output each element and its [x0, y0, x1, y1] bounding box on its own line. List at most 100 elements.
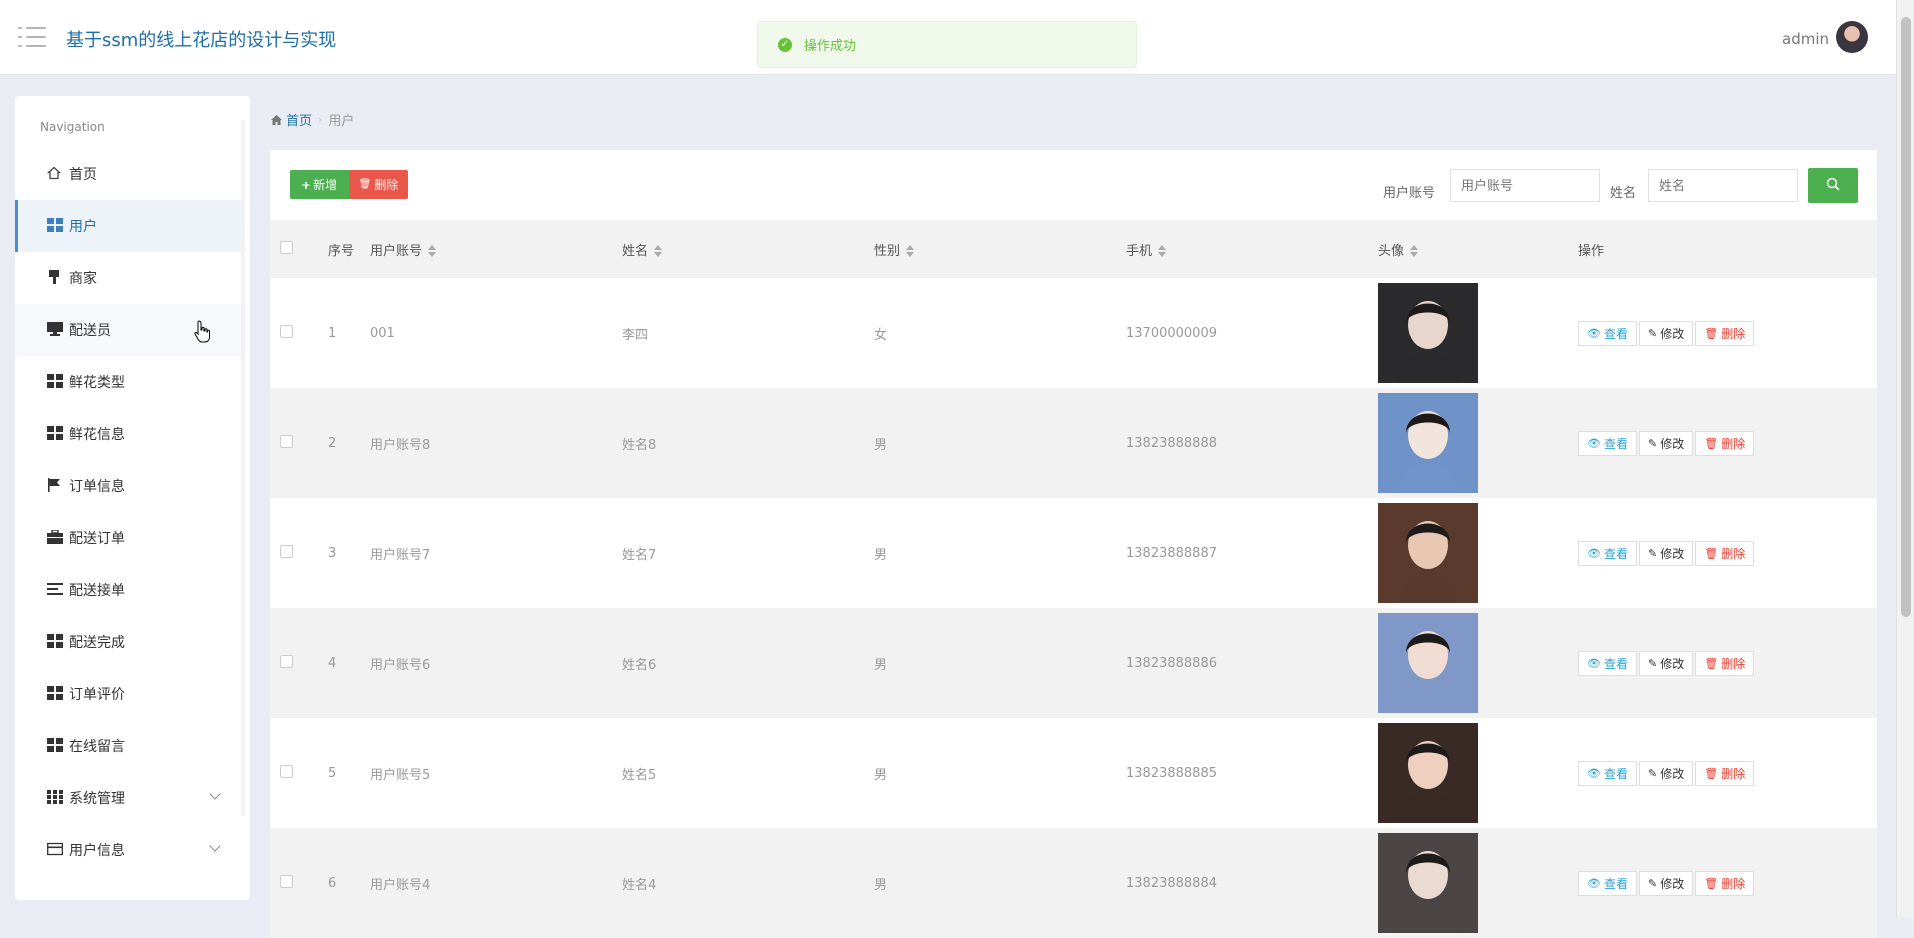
avatar-image[interactable]	[1378, 393, 1478, 493]
brush-icon	[47, 270, 63, 286]
chevron-down-icon[interactable]	[209, 840, 221, 852]
username[interactable]: admin	[1782, 30, 1829, 48]
column-header-name[interactable]: 姓名	[622, 220, 874, 278]
avatar-image[interactable]	[1378, 283, 1478, 383]
column-header-avatar[interactable]: 头像	[1378, 220, 1578, 278]
sort-icon[interactable]	[654, 245, 663, 257]
sort-icon[interactable]	[906, 245, 915, 257]
edit-button[interactable]: ✎ 修改	[1638, 540, 1694, 566]
cell-index: 6	[328, 875, 337, 891]
sidebar-item-label: 在线留言	[69, 739, 125, 755]
sidebar-item-4[interactable]: 鲜花类型	[15, 356, 241, 408]
sort-icon[interactable]	[1158, 245, 1167, 257]
sidebar-item-7[interactable]: 配送订单	[15, 512, 241, 564]
sidebar-item-11[interactable]: 在线留言	[15, 720, 241, 772]
view-button[interactable]: 👁 查看	[1578, 320, 1637, 346]
chevron-down-icon[interactable]	[209, 788, 221, 800]
cell-actions: 👁 查看 ✎ 修改 🗑 删除	[1578, 498, 1877, 608]
plus-icon: +	[301, 176, 311, 193]
sidebar-item-label: 鲜花信息	[69, 427, 125, 443]
view-button[interactable]: 👁 查看	[1578, 760, 1637, 786]
trash-icon: 🗑	[1704, 546, 1719, 560]
delete-row-button[interactable]: 🗑 删除	[1695, 870, 1755, 896]
sidebar-item-1[interactable]: 用户	[15, 200, 241, 252]
edit-button[interactable]: ✎ 修改	[1638, 760, 1694, 786]
view-button[interactable]: 👁 查看	[1578, 430, 1637, 456]
avatar-image[interactable]	[1378, 833, 1478, 933]
cell-gender: 男	[874, 767, 888, 783]
select-all-checkbox[interactable]	[280, 240, 293, 254]
cell-account: 用户账号5	[370, 767, 431, 783]
edit-button[interactable]: ✎ 修改	[1638, 320, 1694, 346]
table-row[interactable]: 1 001 李四 女 13700000009 👁 查看 ✎ 修改 🗑 删除	[270, 278, 1877, 388]
sidebar-scrollbar[interactable]	[241, 120, 245, 816]
delete-row-button[interactable]: 🗑 删除	[1695, 430, 1755, 456]
view-button[interactable]: 👁 查看	[1578, 650, 1637, 676]
cell-name: 姓名6	[622, 657, 657, 673]
delete-row-button[interactable]: 🗑 删除	[1695, 650, 1755, 676]
row-checkbox[interactable]	[280, 324, 293, 338]
edit-icon: ✎	[1647, 656, 1658, 670]
nav-heading: Navigation	[40, 120, 105, 134]
cell-phone: 13823888886	[1126, 655, 1217, 671]
sidebar-item-12[interactable]: 系统管理	[15, 772, 241, 824]
cell-index: 5	[328, 765, 337, 781]
user-avatar[interactable]	[1836, 21, 1868, 53]
grid-icon	[47, 738, 63, 754]
cell-avatar	[1378, 608, 1578, 718]
column-header-actions: 操作	[1578, 243, 1605, 259]
column-header-gender[interactable]: 性别	[874, 220, 1126, 278]
sidebar-item-label: 系统管理	[69, 791, 125, 807]
delete-row-button[interactable]: 🗑 删除	[1695, 320, 1755, 346]
cell-name: 姓名5	[622, 767, 657, 783]
cell-phone: 13823888884	[1126, 875, 1217, 891]
delete-button-label: 删除	[374, 178, 399, 192]
grid-icon	[47, 426, 63, 442]
table-row[interactable]: 6 用户账号4 姓名4 男 13823888884 👁 查看 ✎ 修改 🗑 删除	[270, 828, 1877, 938]
list-icon	[47, 582, 63, 598]
column-header-account[interactable]: 用户账号	[370, 220, 622, 278]
row-checkbox[interactable]	[280, 654, 293, 668]
add-button[interactable]: + 新增	[290, 170, 349, 199]
page-scrollbar-thumb[interactable]	[1901, 17, 1911, 617]
row-checkbox[interactable]	[280, 764, 293, 778]
page-scrollbar[interactable]	[1896, 0, 1914, 918]
sidebar-item-13[interactable]: 用户信息	[15, 824, 241, 876]
edit-button[interactable]: ✎ 修改	[1638, 650, 1694, 676]
column-header-phone[interactable]: 手机	[1126, 220, 1378, 278]
sidebar-item-8[interactable]: 配送接单	[15, 564, 241, 616]
edit-button[interactable]: ✎ 修改	[1638, 430, 1694, 456]
table-row[interactable]: 5 用户账号5 姓名5 男 13823888885 👁 查看 ✎ 修改 🗑 删除	[270, 718, 1877, 828]
avatar-image[interactable]	[1378, 503, 1478, 603]
avatar-image[interactable]	[1378, 723, 1478, 823]
delete-row-button[interactable]: 🗑 删除	[1695, 760, 1755, 786]
sidebar-item-label: 鲜花类型	[69, 375, 125, 391]
sidebar-item-2[interactable]: 商家	[15, 252, 241, 304]
table-row[interactable]: 3 用户账号7 姓名7 男 13823888887 👁 查看 ✎ 修改 🗑 删除	[270, 498, 1877, 608]
view-button[interactable]: 👁 查看	[1578, 870, 1637, 896]
name-search-input[interactable]	[1648, 169, 1798, 202]
view-button[interactable]: 👁 查看	[1578, 540, 1637, 566]
edit-button[interactable]: ✎ 修改	[1638, 870, 1694, 896]
trash-icon: 🗑	[1704, 436, 1719, 450]
delete-row-button[interactable]: 🗑 删除	[1695, 540, 1755, 566]
sidebar-item-6[interactable]: 订单信息	[15, 460, 241, 512]
table-row[interactable]: 2 用户账号8 姓名8 男 13823888888 👁 查看 ✎ 修改 🗑 删除	[270, 388, 1877, 498]
sort-icon[interactable]	[428, 245, 437, 257]
sidebar-item-9[interactable]: 配送完成	[15, 616, 241, 668]
search-button[interactable]	[1808, 168, 1858, 203]
account-search-input[interactable]	[1450, 169, 1600, 202]
delete-button[interactable]: 🗑 删除	[349, 170, 408, 199]
toast-message: 操作成功	[804, 39, 857, 54]
sidebar-item-10[interactable]: 订单评价	[15, 668, 241, 720]
avatar-image[interactable]	[1378, 613, 1478, 713]
row-checkbox[interactable]	[280, 434, 293, 448]
menu-toggle-icon[interactable]	[18, 26, 46, 48]
row-checkbox[interactable]	[280, 874, 293, 888]
breadcrumb-home[interactable]: 首页	[286, 110, 312, 129]
row-checkbox[interactable]	[280, 544, 293, 558]
table-row[interactable]: 4 用户账号6 姓名6 男 13823888886 👁 查看 ✎ 修改 🗑 删除	[270, 608, 1877, 718]
sidebar-item-0[interactable]: 首页	[15, 148, 241, 200]
sort-icon[interactable]	[1410, 245, 1419, 257]
sidebar-item-5[interactable]: 鲜花信息	[15, 408, 241, 460]
